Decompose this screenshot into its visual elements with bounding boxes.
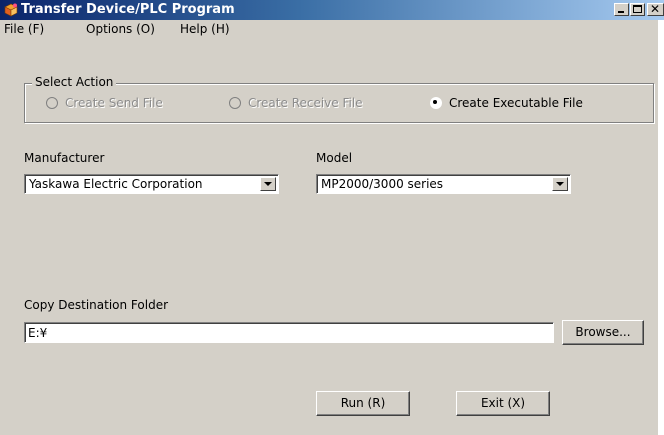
maximize-icon: [633, 5, 642, 13]
browse-button[interactable]: Browse...: [562, 320, 644, 345]
destination-folder-value: E:¥: [28, 326, 48, 340]
transfer-program-window: Transfer Device/PLC Program ✕ File (F) O…: [0, 0, 664, 435]
radio-create-receive-file[interactable]: Create Receive File: [229, 96, 363, 110]
close-icon: ✕: [650, 2, 661, 16]
run-button[interactable]: Run (R): [316, 391, 410, 416]
menu-help[interactable]: Help (H): [180, 22, 230, 36]
radio-circle: [46, 97, 58, 109]
manufacturer-value: Yaskawa Electric Corporation: [29, 177, 203, 191]
maximize-button[interactable]: [630, 3, 645, 16]
menu-file[interactable]: File (F): [4, 22, 44, 36]
destination-label: Copy Destination Folder: [24, 298, 169, 312]
transfer-program-icon: [3, 2, 19, 18]
radio-label: Create Executable File: [449, 96, 583, 110]
window-right-edge: [658, 20, 664, 435]
model-select[interactable]: MP2000/3000 series: [316, 174, 571, 194]
manufacturer-select[interactable]: Yaskawa Electric Corporation: [24, 174, 279, 194]
radio-create-send-file[interactable]: Create Send File: [46, 96, 163, 110]
select-action-legend: Select Action: [32, 75, 117, 89]
menu-bar: File (F) Options (O) Help (H): [0, 20, 664, 40]
menu-options[interactable]: Options (O): [86, 22, 155, 36]
model-value: MP2000/3000 series: [321, 177, 444, 191]
close-button[interactable]: ✕: [647, 2, 664, 16]
radio-circle: [229, 97, 241, 109]
chevron-down-icon: [556, 182, 564, 186]
destination-folder-input[interactable]: E:¥: [24, 322, 554, 343]
radio-label: Create Send File: [65, 96, 163, 110]
radio-create-executable-file[interactable]: Create Executable File: [430, 96, 583, 110]
manufacturer-dropdown-button[interactable]: [260, 177, 276, 191]
exit-button[interactable]: Exit (X): [456, 391, 550, 416]
manufacturer-label: Manufacturer: [24, 151, 105, 165]
model-label: Model: [316, 151, 353, 165]
window-title: Transfer Device/PLC Program: [21, 2, 235, 17]
minimize-icon: [618, 11, 624, 13]
radio-label: Create Receive File: [248, 96, 363, 110]
radio-circle-selected: [430, 97, 442, 109]
model-dropdown-button[interactable]: [552, 177, 568, 191]
title-bar[interactable]: Transfer Device/PLC Program ✕: [0, 0, 664, 20]
chevron-down-icon: [264, 182, 272, 186]
minimize-button[interactable]: [614, 3, 629, 16]
